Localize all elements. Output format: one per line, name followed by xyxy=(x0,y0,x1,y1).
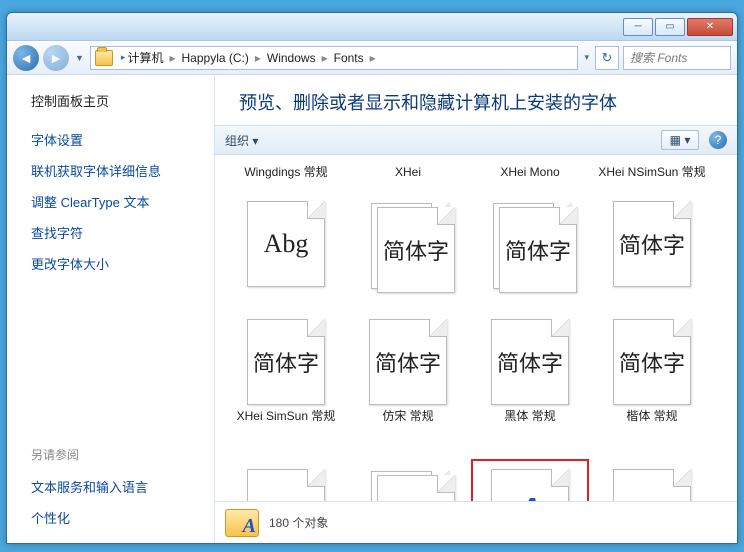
crumb[interactable]: Happyla (C:) xyxy=(182,51,249,65)
maximize-button[interactable]: ▭ xyxy=(655,18,685,36)
font-thumbnail: 简体字 xyxy=(487,199,573,291)
font-item[interactable]: 简体字微软雅黑 xyxy=(347,463,469,501)
font-label: Wingdings 常规 xyxy=(240,165,331,197)
font-thumbnail: 简体字 xyxy=(243,467,329,501)
organize-button[interactable]: 组织 ▾ xyxy=(225,132,258,149)
font-thumbnail: Abg xyxy=(243,199,329,291)
font-item[interactable]: XHei NSimSun 常规简体字 xyxy=(591,163,713,313)
close-button[interactable]: ✕ xyxy=(687,18,733,36)
status-bar: 180 个对象 xyxy=(215,501,737,543)
font-label: XHei xyxy=(391,165,425,197)
status-text: 180 个对象 xyxy=(269,514,328,531)
font-thumbnail: 简体字 xyxy=(609,199,695,291)
font-label: 黑体 常规 xyxy=(500,409,559,441)
explorer-window: ─ ▭ ✕ ◄ ► ▼ ▸ 计算机▸ Happyla (C:)▸ Windows… xyxy=(6,12,738,544)
see-also-heading: 另请参阅 xyxy=(31,446,210,463)
font-item[interactable]: 简体字仿宋 常规 xyxy=(347,313,469,463)
sidebar-link[interactable]: 调整 ClearType 文本 xyxy=(31,192,210,211)
refresh-button[interactable]: ↻ xyxy=(595,46,619,70)
font-item[interactable]: 简体字楷体 常规 xyxy=(591,313,713,463)
sidebar: 控制面板主页 字体设置 联机获取字体详细信息 调整 ClearType 文本 查… xyxy=(7,75,215,543)
help-icon[interactable]: ? xyxy=(709,131,727,149)
font-item[interactable]: 简体字 xyxy=(591,463,713,501)
font-item[interactable]: 简体字宋体 常规 xyxy=(225,463,347,501)
search-input[interactable]: 搜索 Fonts xyxy=(623,46,731,70)
fonts-folder-icon xyxy=(225,509,259,537)
font-thumbnail: A↗ xyxy=(487,467,573,501)
sidebar-link[interactable]: 字体设置 xyxy=(31,130,210,149)
sidebar-link[interactable]: 查找字符 xyxy=(31,223,210,242)
font-label: XHei NSimSun 常规 xyxy=(594,165,709,197)
font-thumbnail: 简体字 xyxy=(365,317,451,409)
toolbar: 组织 ▾ ▦ ▾ ? xyxy=(215,125,737,155)
navigation-bar: ◄ ► ▼ ▸ 计算机▸ Happyla (C:)▸ Windows▸ Font… xyxy=(7,41,737,75)
sidebar-link[interactable]: 个性化 xyxy=(31,508,210,527)
crumb[interactable]: Fonts xyxy=(334,51,364,65)
sidebar-link[interactable]: 更改字体大小 xyxy=(31,254,210,273)
crumb[interactable]: 计算机 xyxy=(127,49,163,66)
sidebar-link[interactable]: 联机获取字体详细信息 xyxy=(31,161,210,180)
view-button[interactable]: ▦ ▾ xyxy=(661,130,699,150)
font-thumbnail: 简体字 xyxy=(487,317,573,409)
history-dropdown-icon[interactable]: ▼ xyxy=(73,53,86,63)
control-panel-home[interactable]: 控制面板主页 xyxy=(31,91,210,110)
font-thumbnail: 简体字 xyxy=(243,317,329,409)
main-panel: 预览、删除或者显示和隐藏计算机上安装的字体 组织 ▾ ▦ ▾ ? Wingdin… xyxy=(215,75,737,543)
font-label: XHei Mono xyxy=(496,165,563,197)
folder-icon xyxy=(95,50,113,66)
address-bar[interactable]: ▸ 计算机▸ Happyla (C:)▸ Windows▸ Fonts▸ xyxy=(90,46,579,70)
font-label: XHei SimSun 常规 xyxy=(233,409,340,441)
address-dropdown-icon[interactable]: ▾ xyxy=(582,52,591,63)
minimize-button[interactable]: ─ xyxy=(623,18,653,36)
crumb[interactable]: Windows xyxy=(267,51,316,65)
font-thumbnail: 简体字 xyxy=(609,317,695,409)
font-item[interactable]: XHei Mono简体字 xyxy=(469,163,591,313)
font-item[interactable]: Wingdings 常规Abg xyxy=(225,163,347,313)
font-label: 楷体 常规 xyxy=(622,409,681,441)
font-item[interactable]: A↗文鼎超 xyxy=(469,463,591,501)
font-thumbnail: 简体字 xyxy=(609,467,695,501)
font-thumbnail: 简体字 xyxy=(365,467,451,501)
font-label: 仿宋 常规 xyxy=(378,409,437,441)
page-title: 预览、删除或者显示和隐藏计算机上安装的字体 xyxy=(215,75,737,125)
back-button[interactable]: ◄ xyxy=(13,45,39,71)
forward-button[interactable]: ► xyxy=(43,45,69,71)
font-item[interactable]: 简体字黑体 常规 xyxy=(469,313,591,463)
font-item[interactable]: XHei简体字 xyxy=(347,163,469,313)
font-grid: Wingdings 常规AbgXHei简体字XHei Mono简体字XHei N… xyxy=(215,155,737,501)
sidebar-link[interactable]: 文本服务和输入语言 xyxy=(31,477,210,496)
font-item[interactable]: 简体字XHei SimSun 常规 xyxy=(225,313,347,463)
titlebar[interactable]: ─ ▭ ✕ xyxy=(7,13,737,41)
chevron-right-icon: ▸ xyxy=(119,52,128,63)
font-thumbnail: 简体字 xyxy=(365,199,451,291)
